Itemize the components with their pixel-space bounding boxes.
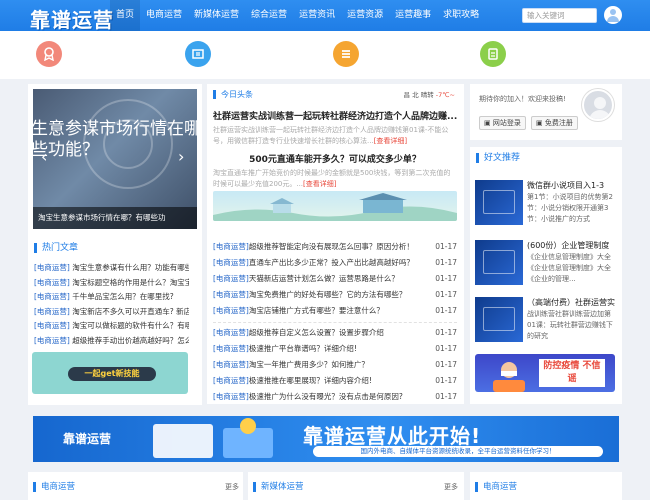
article-title[interactable]: 500元直通车能开多久？可以成交多少单？ [207, 152, 463, 165]
site-logo[interactable]: 靠谱运营 [30, 4, 114, 33]
skills-banner-text: 一起get新技能 [68, 367, 156, 381]
welcome-text: 期待你的加入！欢迎来投稿! [479, 95, 566, 103]
list-item[interactable]: [电商运营] 淘宝标题空格的作用是什么？淘宝宝贝 [34, 276, 189, 291]
epidemic-banner-text: 防控疫情 不信谣 [539, 359, 605, 387]
recommend-card: 好文推荐 微信群小说项目入1-3 第1节：小说项目的优势第2节：小说分销权限开通第… [470, 147, 622, 404]
list-item[interactable]: [电商运营] 直通车产出比多少正常？投入产出比越高越好吗？ 01-17 [213, 255, 457, 271]
top-navbar: 靠谱运营 首页 电商运营 新媒体运营 综合运营 运营资讯 运营资源 运营趣事 求… [0, 0, 650, 33]
hot-articles-list: [电商运营] 淘宝生意参谋有什么用？功能有哪些? [电商运营] 淘宝标题空格的作… [34, 261, 189, 348]
nav-general[interactable]: 综合运营 [245, 0, 293, 31]
feature-shortcuts [0, 31, 650, 79]
section-title-new-media: 新媒体运营 [253, 482, 304, 492]
nav-new-media[interactable]: 新媒体运营 [188, 0, 245, 31]
article-summary: 淘宝直通车推广开始竞价的时候最少的金额就是500块钱，等到第二次充值的时候可以最… [213, 169, 451, 188]
list-item[interactable]: [电商运营] 千牛单品宝怎么用？在哪里找? [34, 290, 189, 305]
article-title[interactable]: 社群运营实战训练营一起玩转社群经济边打造个人品牌边赚... [213, 109, 457, 122]
list-item[interactable]: [电商运营] 极速推广平台靠谱吗？详细介绍! 01-17 [213, 341, 457, 357]
thumbnail [475, 297, 523, 342]
promo-banner[interactable]: 靠谱运营 靠谱运营从此开始! 国内外电商、自媒体平台资源统统收录，全平台运营资料… [33, 416, 619, 462]
thumbnail [475, 180, 523, 225]
more-link[interactable]: 更多 [225, 482, 239, 492]
list-item[interactable]: [电商运营] 淘宝免费推广的好处有哪些？它的方法有哪些？ 01-17 [213, 287, 457, 303]
search-input[interactable]: 输入关键词 [522, 8, 597, 23]
image-slider[interactable]: 生意参谋市场行情在哪 些功能？ ‹ › 淘宝生意参谋市场行情在哪？有哪些功 [33, 89, 197, 229]
list-item[interactable]: [电商运营] 淘宝店铺推广方式有哪些？要注意什么？ 01-17 [213, 303, 457, 319]
slider-next-icon[interactable]: › [178, 147, 184, 166]
monitor-icon[interactable] [185, 41, 211, 67]
badge-icon[interactable] [36, 41, 62, 67]
list-item[interactable]: [电商运营] 极速推广为什么没有曝光？没有点击是何原因? 01-17 [213, 389, 457, 405]
weather-widget: 昌 北 晴转 -7℃~ [403, 91, 455, 99]
register-button[interactable]: ▣ 免费注册 [531, 116, 578, 130]
nav-resources[interactable]: 运营资源 [341, 0, 389, 31]
headline-title: 今日头条 [213, 90, 253, 99]
news-list: [电商运营] 超级推荐自定义怎么设置？设置步骤介绍 01-17 [电商运营] 极速推广… [213, 322, 457, 405]
headline-header: 今日头条 昌 北 晴转 -7℃~ [213, 89, 457, 101]
news-list: [电商运营] 超级推荐智能定向没有展现怎么回事？原因分析！ 01-17 [电商运营]… [213, 239, 457, 319]
recommend-item[interactable]: 微信群小说项目入1-3 第1节：小说项目的优势第2节：小说分销权限开通第3节：小说… [475, 180, 615, 228]
skills-banner[interactable]: 一起get新技能 [32, 352, 188, 394]
list-item[interactable]: [电商运营] 淘宝一年推广费用多少？如何推广？ 01-17 [213, 357, 457, 373]
user-icon: ▣ [484, 119, 491, 127]
hot-articles-title: 热门文章 [34, 243, 78, 253]
slider-prev-icon[interactable]: ‹ [41, 147, 47, 166]
list-item[interactable]: [电商运营] 超级推荐智能定向没有展现怎么回事？原因分析！ 01-17 [213, 239, 457, 255]
nav-jobs[interactable]: 求职攻略 [437, 0, 485, 31]
list-item[interactable]: [电商运营] 淘宝生意参谋有什么用？功能有哪些? [34, 261, 189, 276]
document-icon[interactable] [480, 41, 506, 67]
promo-banner-title: 靠谱运营从此开始! [303, 424, 482, 448]
list-item[interactable]: [电商运营] 极速推推在哪里展现？详细内容介绍! 01-17 [213, 373, 457, 389]
view-detail-link[interactable]: [查看详细] [303, 180, 336, 188]
article-summary: 社群运营实战训练营一起玩转社群经济边打造个人品牌边赚钱第01课-不能公号，用微信… [213, 126, 449, 145]
recommend-item[interactable]: （高端付费）社群运营实 战训练营社群训练营边加第01课：玩转社群营边赚钱下的研究 [475, 297, 615, 345]
view-detail-link[interactable]: [查看详细] [374, 137, 407, 145]
user-panel: 期待你的加入！欢迎来投稿! ▣ 网站登录 ▣ 免费注册 [470, 84, 622, 140]
list-item[interactable]: [电商运营] 淘宝新店不多久可以开直通车? 新店各必 [34, 305, 189, 320]
section-title-ecommerce: 电商运营 [33, 482, 75, 492]
nav-news[interactable]: 运营资讯 [293, 0, 341, 31]
scenery-banner[interactable] [213, 191, 457, 221]
list-item[interactable]: [电商运营] 超级推荐自定义怎么设置？设置步骤介绍 01-17 [213, 325, 457, 341]
login-button[interactable]: ▣ 网站登录 [479, 116, 526, 130]
hot-articles-card: 热门文章 [电商运营] 淘宝生意参谋有什么用？功能有哪些? [电商运营] 淘宝标… [28, 237, 202, 405]
list-item[interactable]: [电商运营] 天猫新店运营计划怎么做？运营思路是什么？ 01-17 [213, 271, 457, 287]
slider-caption[interactable]: 淘宝生意参谋市场行情在哪？有哪些功 [33, 207, 197, 229]
promo-banner-subtitle: 国内外电商、自媒体平台资源统统收录，全平台运营资料任你学习！ [313, 446, 603, 457]
promo-banner-logo: 靠谱运营 [63, 432, 112, 446]
user-avatar-icon[interactable] [604, 6, 622, 24]
slider-headline: 生意参谋市场行情在哪 些功能？ [33, 119, 197, 160]
recommend-title: 好文推荐 [476, 153, 520, 163]
recommend-item[interactable]: (600份）企业管理制度 《企业信息管理制度》大全《企业信息管理制度》大全《企业的… [475, 240, 615, 288]
lock-icon: ▣ [536, 119, 543, 127]
list-item[interactable]: [电商运营] 超级推荐手动出价越高越好吗？怎么出 [34, 334, 189, 349]
list-icon[interactable] [333, 41, 359, 67]
section-title-ecommerce-2: 电商运营 [475, 482, 517, 492]
thumbnail [475, 240, 523, 285]
nav-fun[interactable]: 运营趣事 [389, 0, 437, 31]
headline-card: 今日头条 昌 北 晴转 -7℃~ 社群运营实战训练营一起玩转社群经济边打造个人品… [207, 84, 464, 404]
more-link[interactable]: 更多 [444, 482, 458, 492]
list-item[interactable]: [电商运营] 淘宝可以做标题的软件有什么？有哪款 [34, 319, 189, 334]
nav-home[interactable]: 首页 [110, 0, 141, 31]
nav-ecommerce[interactable]: 电商运营 [140, 0, 188, 31]
epidemic-banner[interactable]: 防控疫情 不信谣 [475, 354, 615, 392]
main-nav: 首页 电商运营 新媒体运营 综合运营 运营资讯 运营资源 运营趣事 求职攻略 [110, 0, 485, 31]
avatar[interactable] [582, 89, 614, 121]
